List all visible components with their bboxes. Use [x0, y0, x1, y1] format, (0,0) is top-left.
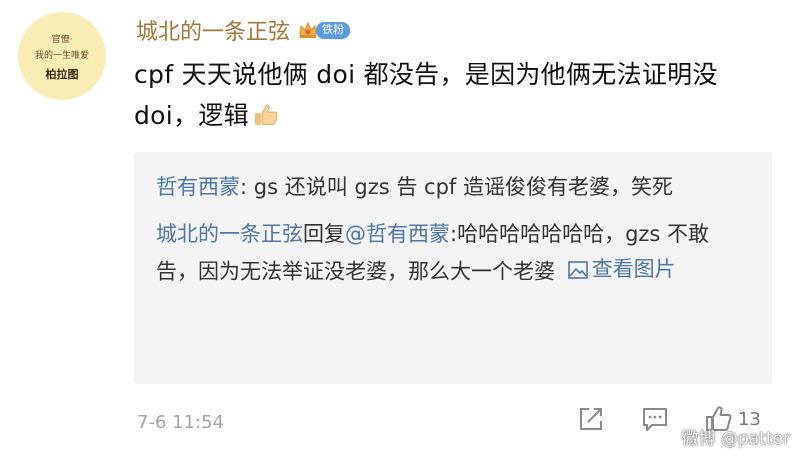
username-link[interactable]: 城北的一条正弦: [136, 14, 290, 46]
comment-icon: [643, 408, 667, 431]
view-picture-label: 查看图片: [591, 257, 676, 281]
comment-content: gs 还说叫 gzs 告 cpf 造谣俊俊有老婆，笑死: [253, 175, 673, 199]
avatar-text-1: 官僚·: [51, 35, 73, 45]
post-text: cpf 天天说他俩 doi 都没告，是因为他俩无法证明没 doi，逻辑: [134, 60, 718, 130]
post-body: cpf 天天说他俩 doi 都没告，是因为他俩无法证明没 doi，逻辑: [134, 54, 774, 136]
share-icon: [580, 408, 602, 430]
comment-author-link[interactable]: 城北的一条正弦: [156, 222, 303, 246]
watermark: 微博 @patter: [681, 429, 790, 449]
thumbs-up-emoji-icon: [254, 104, 278, 125]
comments-box: 哲有西蒙: gs 还说叫 gzs 告 cpf 造谣俊俊有老婆，笑死 城北的一条正…: [134, 152, 772, 384]
post-time: 7-6 11:54: [137, 412, 224, 433]
view-picture-link[interactable]: 查看图片: [562, 252, 676, 287]
crown-badge-icon: [299, 21, 317, 38]
share-button[interactable]: [576, 404, 606, 434]
comment-author-link[interactable]: 哲有西蒙: [156, 175, 240, 199]
comment-item: 城北的一条正弦回复@哲有西蒙:哈哈哈哈哈哈哈，gzs 不敢告，因为无法举证没老婆…: [156, 217, 750, 290]
comment-button[interactable]: [640, 404, 670, 434]
mention-link[interactable]: @哲有西蒙: [345, 222, 450, 246]
avatar-text-3: 柏拉图: [45, 68, 79, 81]
avatar-text-2: 我的一生唯爱: [34, 51, 89, 61]
post-header: 城北的一条正弦 铁粉: [136, 14, 351, 46]
comment-separator: :: [240, 175, 254, 199]
badge-label: 铁粉: [316, 21, 351, 39]
reply-word: 回复: [303, 222, 345, 246]
fan-badge[interactable]: 铁粉: [298, 21, 351, 39]
comment-item: 哲有西蒙: gs 还说叫 gzs 告 cpf 造谣俊俊有老婆，笑死: [156, 170, 750, 205]
avatar[interactable]: 官僚· 我的一生唯爱 柏拉图: [18, 12, 106, 100]
picture-icon: [567, 260, 588, 279]
